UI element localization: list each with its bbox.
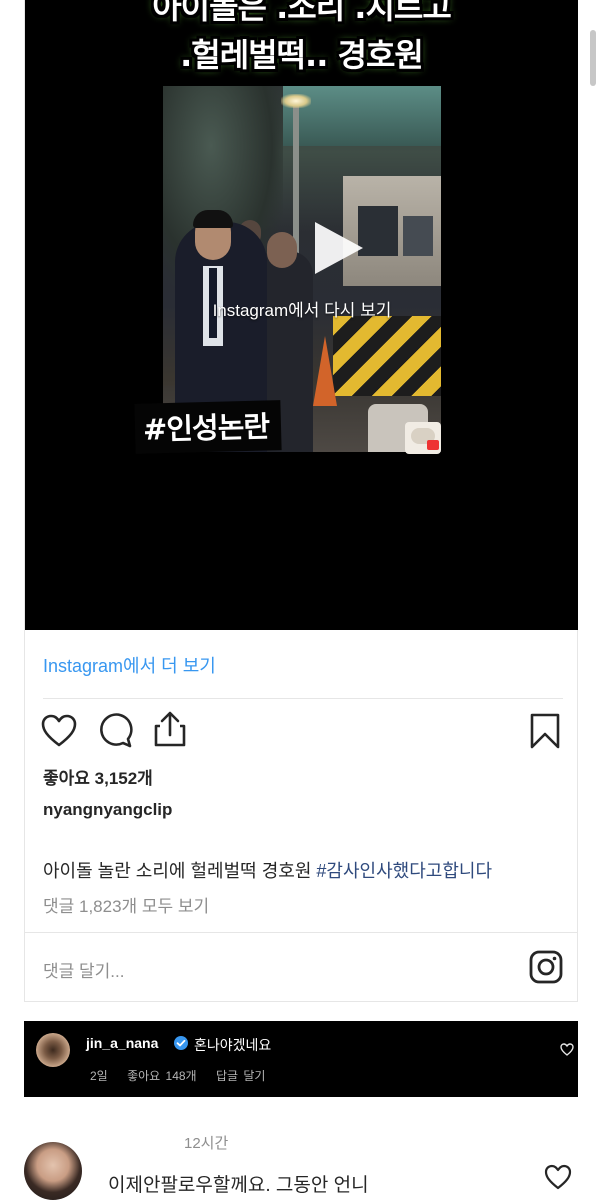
avatar[interactable]	[24, 1142, 82, 1200]
avatar[interactable]	[36, 1033, 70, 1067]
cat-sticker-icon	[405, 422, 441, 454]
scene-bodyguard-hair	[193, 210, 233, 228]
instagram-icon[interactable]	[529, 950, 563, 984]
watch-again-link[interactable]: Instagram에서 다시 보기	[163, 296, 441, 321]
scene-person-head	[267, 232, 297, 268]
reply-button[interactable]: 답글 달기	[216, 1069, 266, 1083]
verified-badge-icon	[174, 1036, 188, 1050]
comment-age: 2일	[90, 1069, 108, 1083]
headline-line-2: .헐레벌떡.. 경호원	[180, 36, 424, 74]
comment-text: 이제안팔로우할께요. 그동안 언니	[108, 1175, 369, 1196]
hashtag-sticker: #인성논란	[134, 400, 282, 454]
post-media[interactable]: 아이돌은 .소리 .지르고 .헐레벌떡.. 경호원 Instagram에서 다시…	[25, 0, 578, 630]
divider	[43, 698, 563, 699]
add-comment-input[interactable]: 댓글 달기...	[43, 957, 124, 982]
share-icon[interactable]	[152, 710, 188, 748]
instagram-embed: 아이돌은 .소리 .지르고 .헐레벌떡.. 경호원 Instagram에서 다시…	[24, 0, 578, 1002]
like-count[interactable]: 좋아요 3,152개	[43, 764, 153, 789]
caption-hashtag[interactable]: #감사인사했다고합니다	[316, 861, 492, 881]
play-icon[interactable]	[315, 222, 363, 274]
caption-text: 아이돌 놀란 소리에 헐레벌떡 경호원	[43, 861, 317, 881]
scene-traffic-cone	[313, 336, 337, 406]
comment-like-count[interactable]: 좋아요 148개	[127, 1069, 197, 1083]
post-username[interactable]: nyangnyangclip	[43, 800, 172, 820]
video-thumbnail[interactable]	[163, 86, 441, 452]
heart-icon[interactable]	[544, 1164, 572, 1190]
comment-text: 혼나야겠네요	[194, 1037, 272, 1053]
scene-booth-window	[403, 216, 433, 256]
divider	[25, 932, 578, 933]
scene-lamp	[281, 94, 311, 108]
heart-icon[interactable]	[41, 714, 77, 748]
comment-time: 12시간	[184, 1135, 229, 1152]
comment-item: 12시간 이제안팔로우할께요. 그동안 언니	[0, 1130, 600, 1200]
comment-item: jin_a_nana 혼나야겠네요 2일 좋아요 148개 답글 달기	[24, 1021, 578, 1097]
heart-icon[interactable]	[560, 1043, 574, 1056]
view-more-link[interactable]: Instagram에서 더 보기	[43, 652, 216, 678]
comment-meta: 2일 좋아요 148개 답글 달기	[90, 1067, 279, 1084]
headline-line-1: 아이돌은 .소리 .지르고	[152, 0, 452, 26]
post-caption: 아이돌 놀란 소리에 헐레벌떡 경호원 #감사인사했다고합니다	[43, 857, 492, 883]
scene-booth-window	[358, 206, 398, 256]
scrollbar[interactable]	[590, 30, 596, 86]
bookmark-icon[interactable]	[529, 712, 561, 750]
comment-username[interactable]: jin_a_nana	[86, 1035, 158, 1051]
view-all-comments-link[interactable]: 댓글 1,823개 모두 보기	[43, 892, 209, 917]
comment-icon[interactable]	[97, 712, 133, 748]
scene-barrier-stripes	[333, 316, 441, 396]
